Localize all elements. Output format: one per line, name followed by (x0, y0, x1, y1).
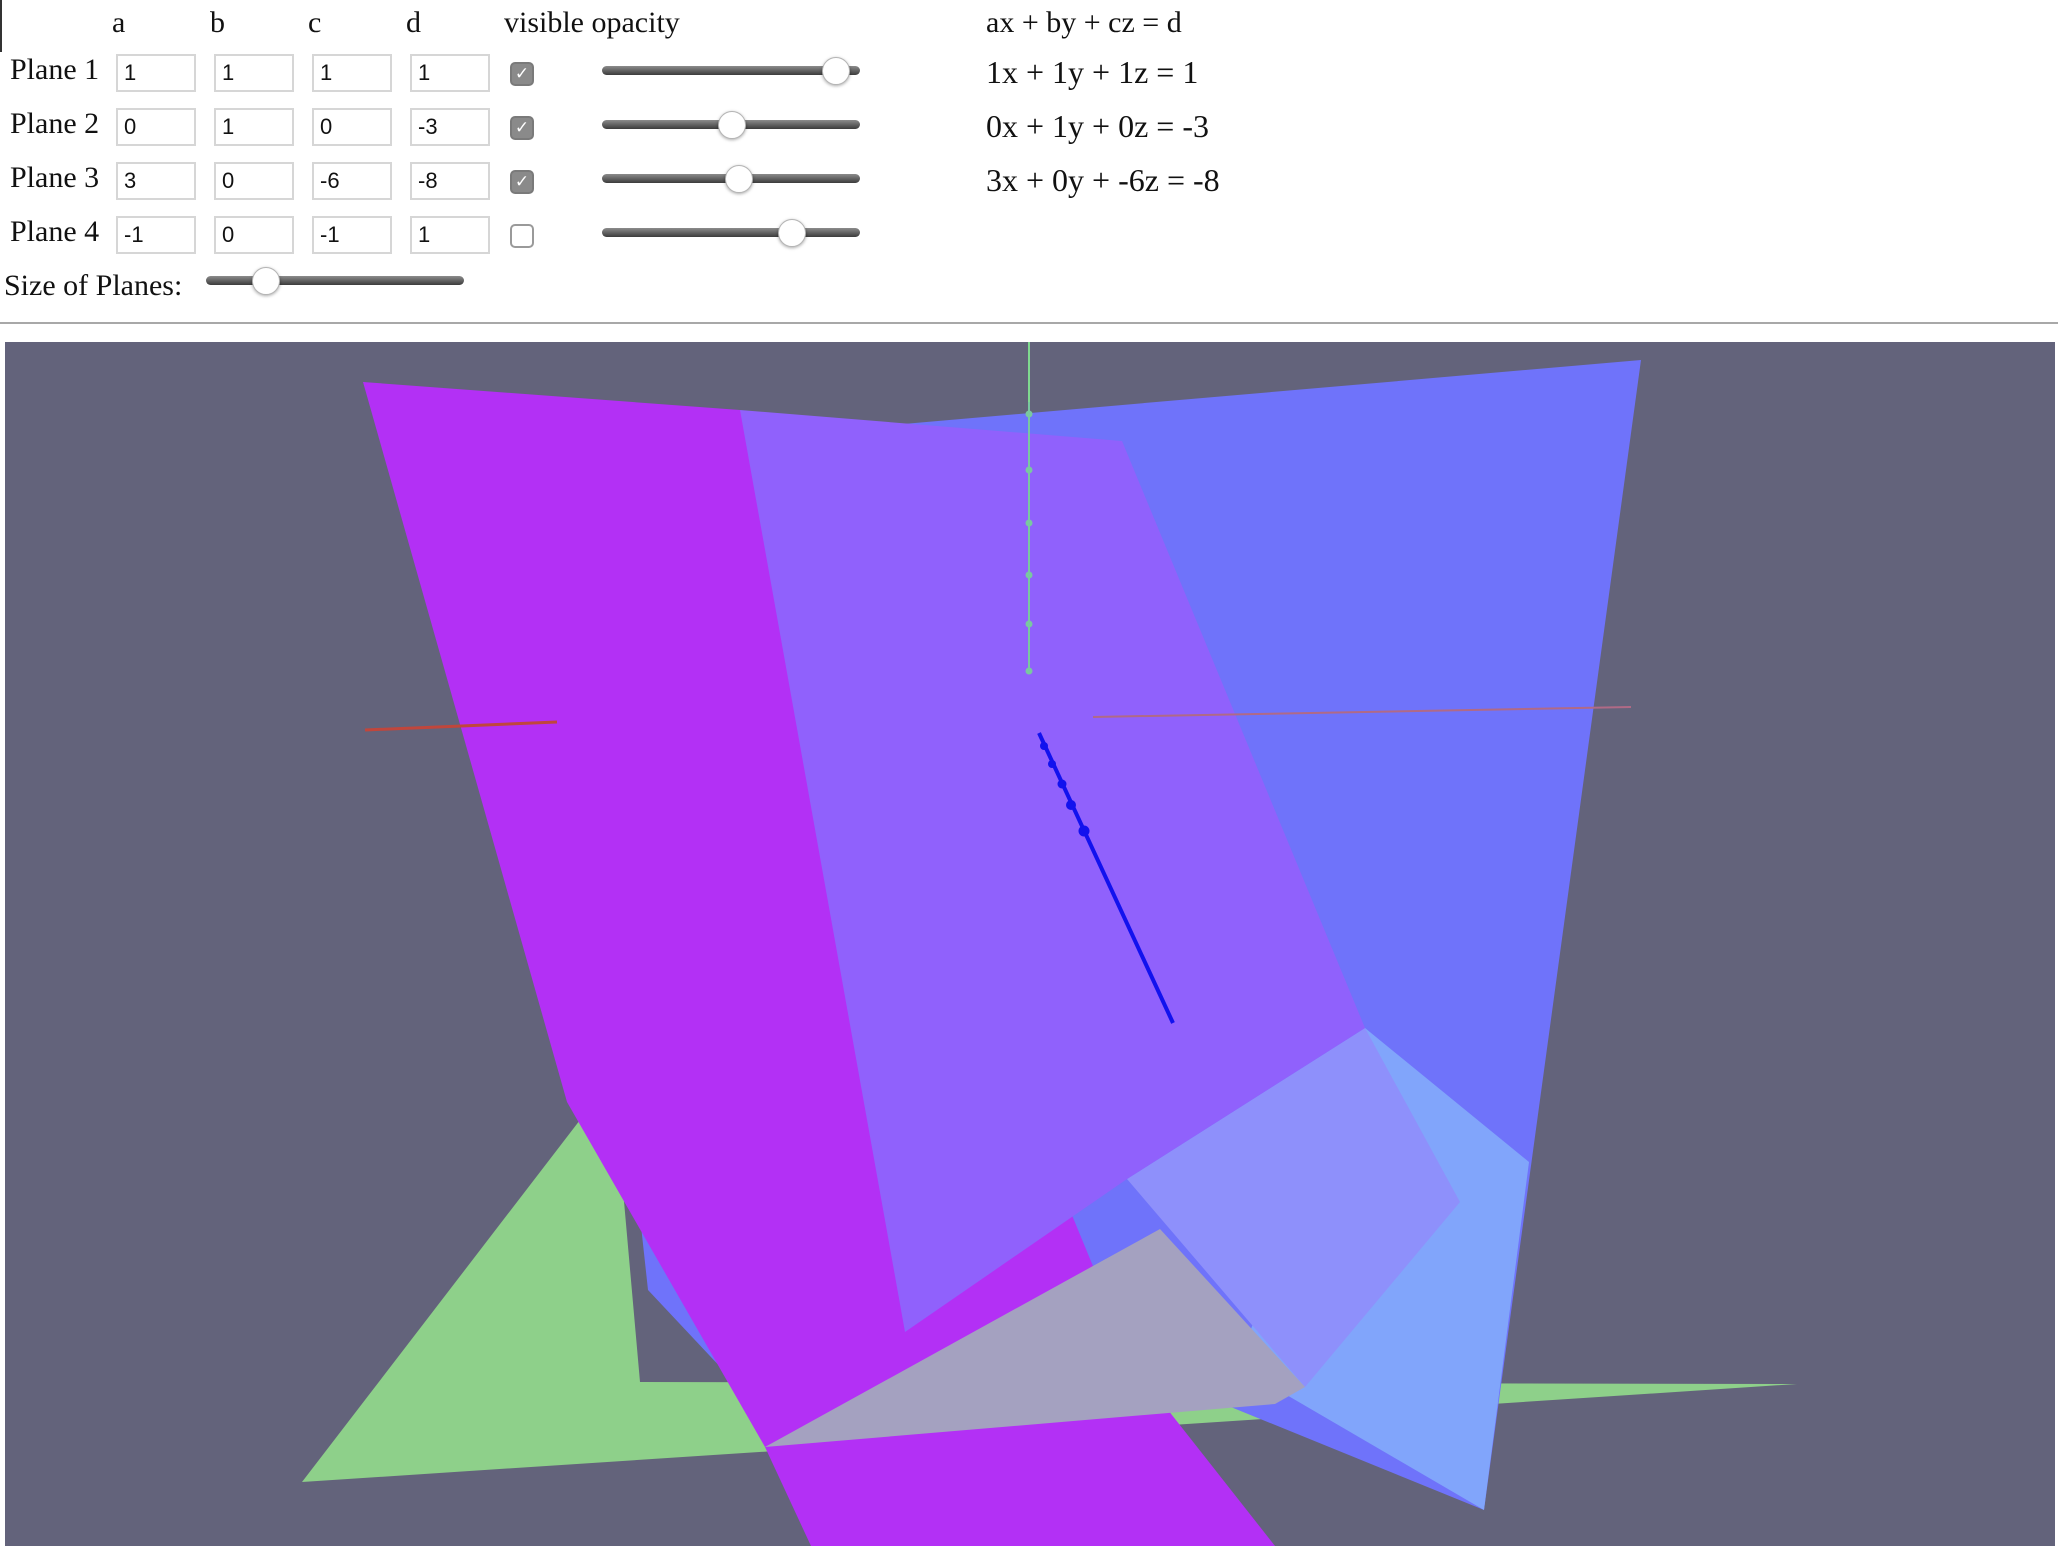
y-axis-tick (1025, 466, 1033, 474)
intersection-line-tick (1057, 779, 1067, 789)
plane-3-opacity-slider-thumb[interactable] (724, 165, 753, 193)
plane-3-d-field[interactable] (410, 162, 490, 200)
plane-4-opacity-slider-thumb[interactable] (778, 219, 807, 247)
size-of-planes-slider[interactable] (206, 267, 464, 295)
plane-3-a-field[interactable] (116, 162, 196, 200)
plane-4-d-field[interactable] (410, 216, 490, 254)
plane-4-a-field[interactable] (116, 216, 196, 254)
column-header-b: b (210, 6, 225, 39)
plane-2-label: Plane 2 (10, 107, 100, 140)
y-axis-tick (1025, 519, 1033, 527)
plane-2-equation: 0x + 1y + 0z = -3 (986, 108, 1209, 144)
plane-1-equation: 1x + 1y + 1z = 1 (986, 54, 1199, 90)
size-of-planes-label: Size of Planes: (4, 269, 183, 302)
intersection-line-tick (1048, 760, 1056, 768)
plane-2-opacity-slider[interactable] (602, 111, 860, 139)
size-of-planes-slider-thumb[interactable] (252, 267, 281, 295)
panel-divider (0, 322, 2058, 324)
plane-2-b-field[interactable] (214, 108, 294, 146)
y-axis-tick (1025, 410, 1033, 418)
plane-1-b-field[interactable] (214, 54, 294, 92)
plane-3-label: Plane 3 (10, 161, 100, 194)
plane-4-label: Plane 4 (10, 215, 100, 248)
column-header-a: a (112, 6, 126, 39)
plane-1-a-field[interactable] (116, 54, 196, 92)
3d-viewport[interactable] (5, 342, 2055, 1546)
column-header-visible-opacity: visible opacity (504, 6, 680, 39)
plane-3-opacity-slider[interactable] (602, 165, 860, 193)
column-header-d: d (406, 6, 421, 39)
plane-3-equation: 3x + 0y + -6z = -8 (986, 162, 1220, 198)
intersection-line-tick (1078, 825, 1090, 837)
plane-1-d-field[interactable] (410, 54, 490, 92)
plane-1-c-field[interactable] (312, 54, 392, 92)
plane-1-label: Plane 1 (10, 53, 100, 86)
plane-3-visible-checkbox[interactable]: ✓ (510, 170, 534, 194)
plane-3-c-field[interactable] (312, 162, 392, 200)
column-header-c: c (308, 6, 322, 39)
plane-4-b-field[interactable] (214, 216, 294, 254)
plane-1-opacity-slider[interactable] (602, 57, 860, 85)
plane-1-visible-checkbox[interactable]: ✓ (510, 62, 534, 86)
plane-1-opacity-slider-thumb[interactable] (822, 57, 851, 85)
intersection-line-tick (1066, 800, 1076, 810)
y-axis-tick (1025, 667, 1033, 675)
plane-2-d-field[interactable] (410, 108, 490, 146)
plane-2-opacity-slider-thumb[interactable] (718, 111, 746, 139)
intersection-line-tick (1040, 742, 1048, 750)
plane-4-visible-checkbox[interactable] (510, 224, 534, 248)
plane-4-opacity-slider[interactable] (602, 219, 860, 247)
plane-2-visible-checkbox[interactable]: ✓ (510, 116, 534, 140)
plane-4-c-field[interactable] (312, 216, 392, 254)
plane-3-b-field[interactable] (214, 162, 294, 200)
plane-2-c-field[interactable] (312, 108, 392, 146)
left-border (0, 0, 2, 52)
y-axis-tick (1025, 571, 1033, 579)
scene-canvas[interactable] (5, 342, 2055, 1546)
plane-2-a-field[interactable] (116, 108, 196, 146)
equation-form-header: ax + by + cz = d (986, 6, 1182, 39)
y-axis-tick (1025, 620, 1033, 628)
